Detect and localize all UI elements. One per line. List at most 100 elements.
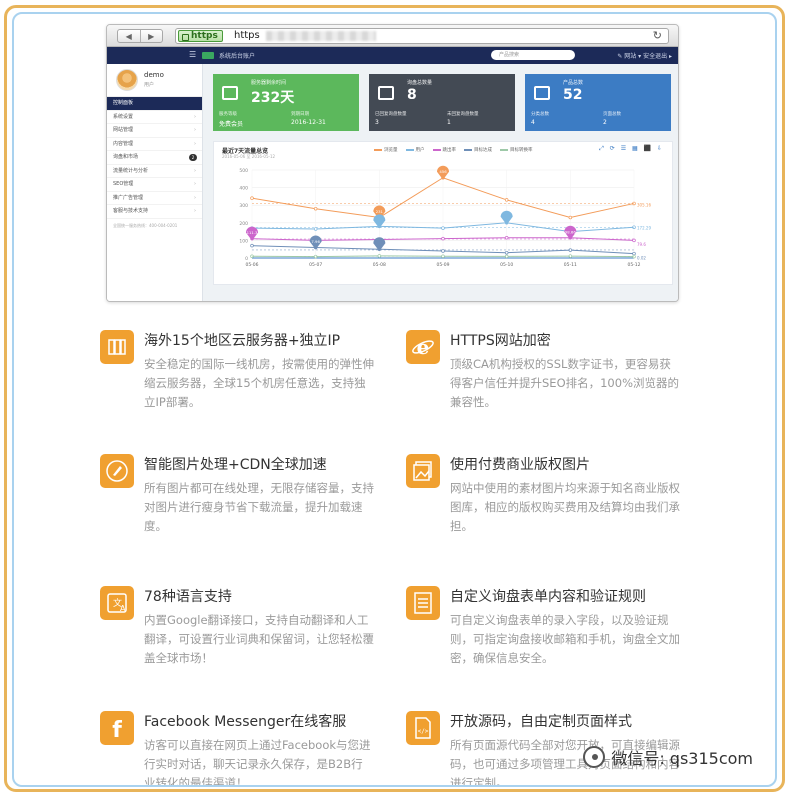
feature-description: 安全稳定的国际一线机房，按需使用的弹性伸缩云服务器，全球15个机房任意选，支持独… — [144, 357, 374, 409]
sidebar-item[interactable]: 内容管理 › — [107, 138, 202, 151]
average-value-label: 305.16 — [637, 202, 651, 207]
topbar-search-input[interactable]: 产品搜索 — [491, 50, 575, 60]
feature-description: 内置Google翻译接口，支持自动翻译和人工翻译，可设置行业词典和保留词，让您轻… — [144, 613, 374, 665]
sidebar-item[interactable]: 询盘和市场 2 — [107, 151, 202, 165]
admin-topbar: ☰ 系统后台账户 产品搜索 ✎ 网站 ▾ 安全退出 ▸ — [107, 47, 678, 64]
card-sub-label: 已回复询盘数量 — [375, 112, 407, 117]
card-sub-label: 页面总数 — [603, 112, 621, 117]
y-tick-label: 0 — [245, 256, 248, 262]
back-button[interactable]: ◀ — [118, 30, 141, 42]
card-caption: 询盘总数量 — [407, 80, 433, 86]
card-sub-label: 服务等级 — [219, 112, 237, 117]
feature-title: Facebook Messenger在线客服 — [144, 714, 347, 730]
sidebar-item-label: 控制面板 — [113, 100, 134, 106]
data-point — [632, 254, 636, 259]
card-sub-value: 2 — [603, 119, 607, 126]
feature-title: 使用付费商业版权图片 — [450, 457, 590, 473]
data-point — [313, 227, 318, 231]
marker-label: 456 — [439, 169, 447, 174]
feature-item: f Facebook Messenger在线客服访客可以直接在网页上通过Faceb… — [100, 711, 400, 787]
sidebar-item-label: 网站管理 — [113, 127, 134, 133]
feature-item: 使用付费商业版权图片 网站中使用的素材图片均来源于知名商业版权图库，相应的版权购买… — [406, 454, 706, 564]
sidebar-item[interactable]: 推广广告管理 › — [107, 192, 202, 205]
legend-item[interactable]: 跳出率 — [432, 147, 456, 153]
translate-icon: 文A — [100, 586, 134, 620]
svg-text:f: f — [112, 718, 122, 740]
sidebar-badge: 2 — [189, 154, 197, 161]
reload-icon[interactable]: ↻ — [653, 29, 662, 42]
data-point — [504, 198, 509, 202]
address-text: https — [234, 30, 260, 41]
calendar-icon — [222, 86, 238, 100]
user-name: demo — [144, 71, 164, 79]
sidebar-item-label: SEO管理 — [113, 181, 134, 187]
sidebar-item[interactable]: 网站管理 › — [107, 124, 202, 138]
admin-app: ☰ 系统后台账户 产品搜索 ✎ 网站 ▾ 安全退出 ▸ demo 用户 控制面板… — [107, 47, 678, 301]
image-icon — [406, 454, 440, 488]
stat-cards: 服务器剩余时间 232天 服务等级 免费会员 到期日期 2016-12-31 询盘总数量 8 已… — [213, 74, 673, 131]
nav-buttons: ◀ ▶ — [117, 29, 163, 43]
card-sub-value: 2016-12-31 — [291, 119, 326, 126]
traffic-line-chart: 0 100 200 300 400 500 05-06 05-07 05-08 05-09 05-1… — [239, 165, 651, 268]
card-caption: 服务器剩余时间 — [251, 80, 287, 86]
chevron-right-icon: › — [194, 127, 196, 133]
chevron-right-icon: › — [194, 140, 196, 147]
sidebar-item[interactable]: 系统设置 › — [107, 111, 202, 124]
admin-sidebar: demo 用户 控制面板 系统设置 › 网站管理 › 内容管理 › 询盘和市场 2 流量统计与分析… — [107, 64, 203, 301]
legend-label: 目标达成 — [474, 148, 492, 153]
address-bar[interactable]: https https ↻ — [175, 28, 669, 44]
x-tick-label: 05-11 — [564, 262, 577, 268]
feature-title: 78种语言支持 — [144, 589, 232, 605]
sidebar-item-label: 客服与技术支持 — [113, 208, 149, 214]
watermark-text: 微信号: qs315com — [611, 749, 753, 768]
chart-tools[interactable]: ⤢ ⟳ ☰ ▦ ⬛ ⇩ — [599, 145, 664, 153]
topbar-links[interactable]: ✎ 网站 ▾ 安全退出 ▸ — [617, 51, 672, 60]
sidebar-item[interactable]: 客服与技术支持 › — [107, 205, 202, 219]
data-point — [441, 254, 445, 258]
sidebar-item[interactable]: 控制面板 — [107, 97, 202, 111]
y-tick-label: 100 — [239, 238, 248, 244]
form-icon — [406, 586, 440, 620]
card-sub-value: 3 — [375, 119, 379, 126]
forward-button[interactable]: ▶ — [141, 30, 163, 42]
menu-toggle-icon[interactable]: ☰ — [189, 50, 196, 59]
x-tick-label: 05-09 — [436, 262, 449, 268]
data-point — [250, 243, 254, 248]
data-point — [441, 249, 445, 253]
stat-card[interactable]: 服务器剩余时间 232天 服务等级 免费会员 到期日期 2016-12-31 — [213, 74, 359, 131]
traffic-chart-panel: 最近7天流量总览 2016-05-06 至 2016-05-12 浏览量 用户 跳出… — [213, 141, 673, 285]
card-sub-value: 4 — [531, 119, 535, 126]
wechat-icon — [583, 746, 606, 768]
legend-item[interactable]: 用户 — [405, 147, 425, 153]
browser-window: ◀ ▶ https https ↻ ☰ 系统后台账户 产品搜索 ✎ 网站 ▾ 安… — [106, 24, 679, 302]
data-point — [632, 225, 636, 229]
sidebar-item[interactable]: 流量统计与分析 › — [107, 165, 202, 178]
rocket-icon — [100, 454, 134, 488]
chevron-right-icon: › — [194, 113, 196, 120]
legend-swatch — [464, 148, 472, 151]
y-tick-label: 400 — [239, 186, 248, 192]
stat-card[interactable]: 询盘总数量 8 已回复询盘数量 3 未回复询盘数量 1 — [369, 74, 515, 131]
browser-e-icon: e — [406, 330, 440, 364]
chart-legend: 浏览量 用户 跳出率 目标达成 目标转换率 — [374, 147, 533, 153]
legend-item[interactable]: 浏览量 — [374, 147, 398, 153]
brand-text: 系统后台账户 — [219, 53, 256, 60]
avatar — [116, 69, 138, 91]
legend-label: 目标转换率 — [510, 148, 533, 153]
card-sub-label: 到期日期 — [291, 112, 309, 117]
legend-item[interactable]: 目标转换率 — [500, 147, 533, 153]
feature-description: 访客可以直接在网页上通过Facebook与您进行实时对话，聊天记录永久保存，是B… — [144, 738, 371, 787]
feature-title: 海外15个地区云服务器+独立IP — [144, 333, 341, 349]
stat-card[interactable]: 产品总数 52 分类总数 4 页面总数 2 — [525, 74, 671, 131]
svg-text:e: e — [417, 335, 430, 359]
sidebar-item-label: 内容管理 — [113, 140, 134, 147]
marker-label: 111.3 — [247, 230, 258, 235]
sidebar-item[interactable]: SEO管理 › — [107, 178, 202, 192]
y-tick-label: 300 — [239, 203, 248, 209]
chevron-right-icon: › — [194, 194, 196, 201]
home-pill[interactable] — [202, 52, 214, 59]
legend-label: 浏览量 — [384, 148, 398, 153]
legend-item[interactable]: 目标达成 — [464, 147, 492, 153]
server-icon — [100, 330, 134, 364]
marker-label: 7.96 — [311, 239, 320, 244]
